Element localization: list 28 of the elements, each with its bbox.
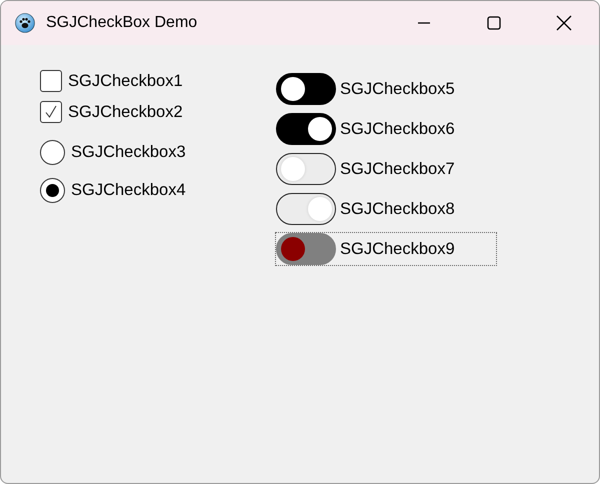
toggle-thumb[interactable] xyxy=(308,197,332,221)
toggle-switch[interactable] xyxy=(276,73,336,105)
option-label: SGJCheckbox2 xyxy=(68,102,183,122)
radio-button[interactable] xyxy=(40,178,65,203)
toggle-switch[interactable] xyxy=(276,113,336,145)
toggle-switch[interactable] xyxy=(276,153,336,185)
option-label: SGJCheckbox1 xyxy=(68,72,183,90)
toggle-label: SGJCheckbox7 xyxy=(340,160,455,178)
option-label: SGJCheckbox4 xyxy=(71,181,186,200)
toggle-thumb[interactable] xyxy=(308,117,332,141)
window-title: SGJCheckBox Demo xyxy=(46,14,198,32)
toggle-switch[interactable] xyxy=(276,233,336,265)
toggle-label: SGJCheckbox6 xyxy=(340,120,455,138)
radio-button[interactable] xyxy=(40,140,65,165)
toggle-thumb[interactable] xyxy=(281,237,305,261)
toggle-thumb[interactable] xyxy=(281,77,305,101)
toggle-label: SGJCheckbox5 xyxy=(340,80,455,98)
paw-icon xyxy=(15,13,35,33)
toggle-label: SGJCheckbox9 xyxy=(340,240,455,258)
checkbox[interactable] xyxy=(40,101,62,123)
toggle-switch[interactable] xyxy=(276,193,336,225)
close-icon xyxy=(556,15,572,31)
checkbox[interactable] xyxy=(40,70,62,92)
toggle-label: SGJCheckbox8 xyxy=(340,200,455,218)
option-label: SGJCheckbox3 xyxy=(71,143,186,162)
maximize-icon xyxy=(487,16,501,30)
toggle-thumb[interactable] xyxy=(281,157,305,181)
checkmark-icon xyxy=(43,104,59,120)
